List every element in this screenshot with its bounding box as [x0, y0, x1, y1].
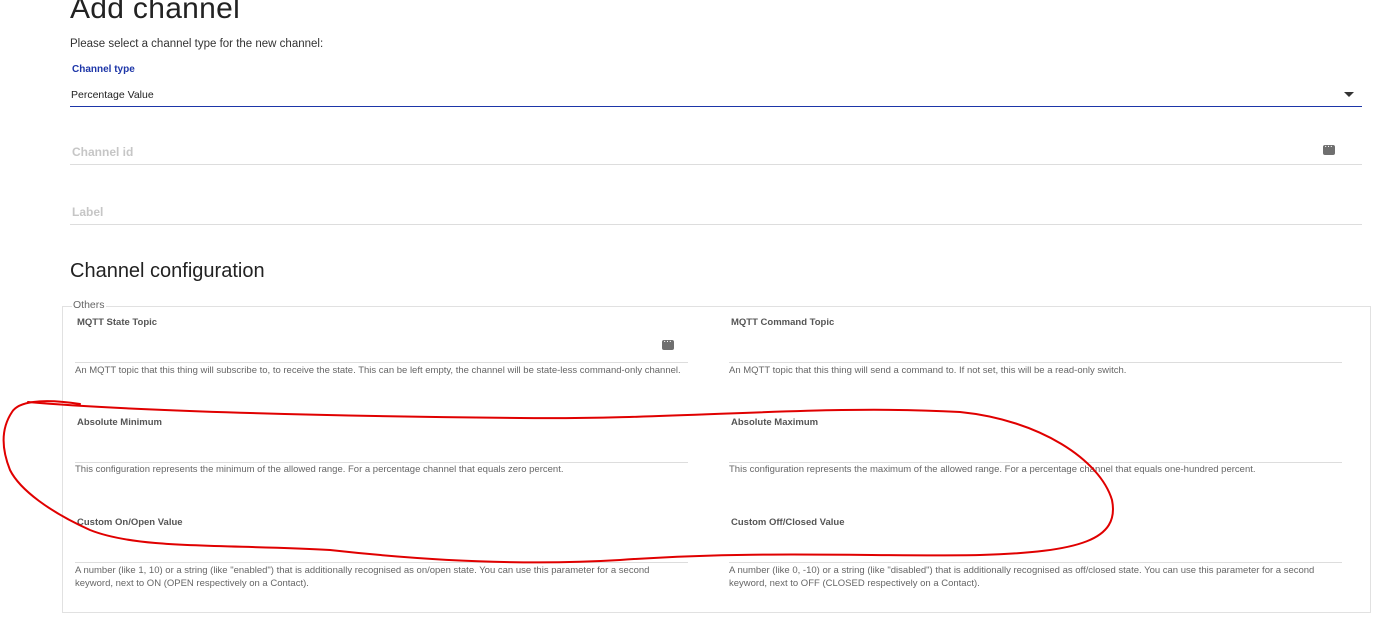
red-annotation-loop	[2, 400, 1114, 564]
